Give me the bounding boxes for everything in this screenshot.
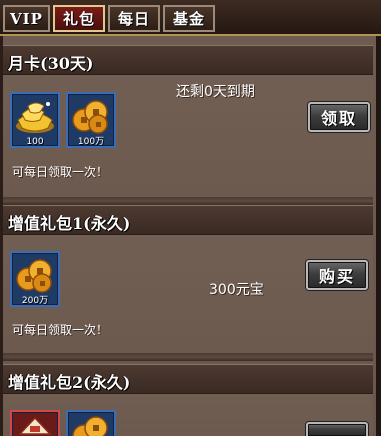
price-label: 300元宝	[209, 282, 264, 298]
tab-fund[interactable]: 基金	[163, 5, 215, 32]
reward-item[interactable]	[66, 410, 116, 436]
section-title: 增值礼包2(永久)	[8, 373, 131, 392]
buy-button[interactable]: 购买	[306, 260, 368, 290]
claim-note: 可每日领取一次！	[12, 165, 109, 179]
claim-button[interactable]: 领取	[308, 102, 370, 132]
tab-vip[interactable]: VIP	[3, 5, 50, 32]
section-title: 月卡(30天)	[8, 54, 94, 73]
copper-coins-icon	[72, 416, 108, 436]
gold-ingot-icon	[16, 102, 54, 133]
section-value-pack-1: 增值礼包1(永久) 200万 300元宝 可每日领取一次！ 购买	[3, 205, 373, 353]
expiry-status: 还剩0天到期	[176, 84, 255, 100]
section-header: 增值礼包2(永久)	[3, 364, 373, 394]
tab-bar: VIP 礼包 每日 基金	[0, 0, 381, 36]
section-monthly-card: 月卡(30天) 100 100万 还剩0天到期 可每日领取一次！ 领取	[3, 45, 373, 197]
section-divider	[3, 353, 373, 361]
copper-coins-icon	[16, 259, 52, 293]
section-divider	[3, 197, 373, 205]
red-token-icon	[18, 416, 52, 435]
section-value-pack-2: 增值礼包2(永久)	[3, 364, 373, 436]
claim-note: 可每日领取一次！	[12, 323, 109, 337]
buy-button[interactable]	[306, 422, 368, 436]
tab-gift-pack[interactable]: 礼包	[53, 5, 105, 32]
item-quantity: 200万	[21, 296, 49, 306]
section-header: 增值礼包1(永久)	[3, 205, 373, 235]
copper-coins-icon	[72, 100, 108, 134]
reward-item[interactable]: 100	[10, 92, 60, 148]
reward-item[interactable]	[10, 410, 60, 436]
item-quantity: 100万	[77, 137, 105, 147]
reward-item[interactable]: 100万	[66, 92, 116, 148]
section-title: 增值礼包1(永久)	[8, 214, 131, 233]
section-header: 月卡(30天)	[3, 45, 373, 75]
tab-daily[interactable]: 每日	[108, 5, 160, 32]
reward-item[interactable]: 200万	[10, 251, 60, 307]
item-quantity: 100	[26, 137, 44, 147]
